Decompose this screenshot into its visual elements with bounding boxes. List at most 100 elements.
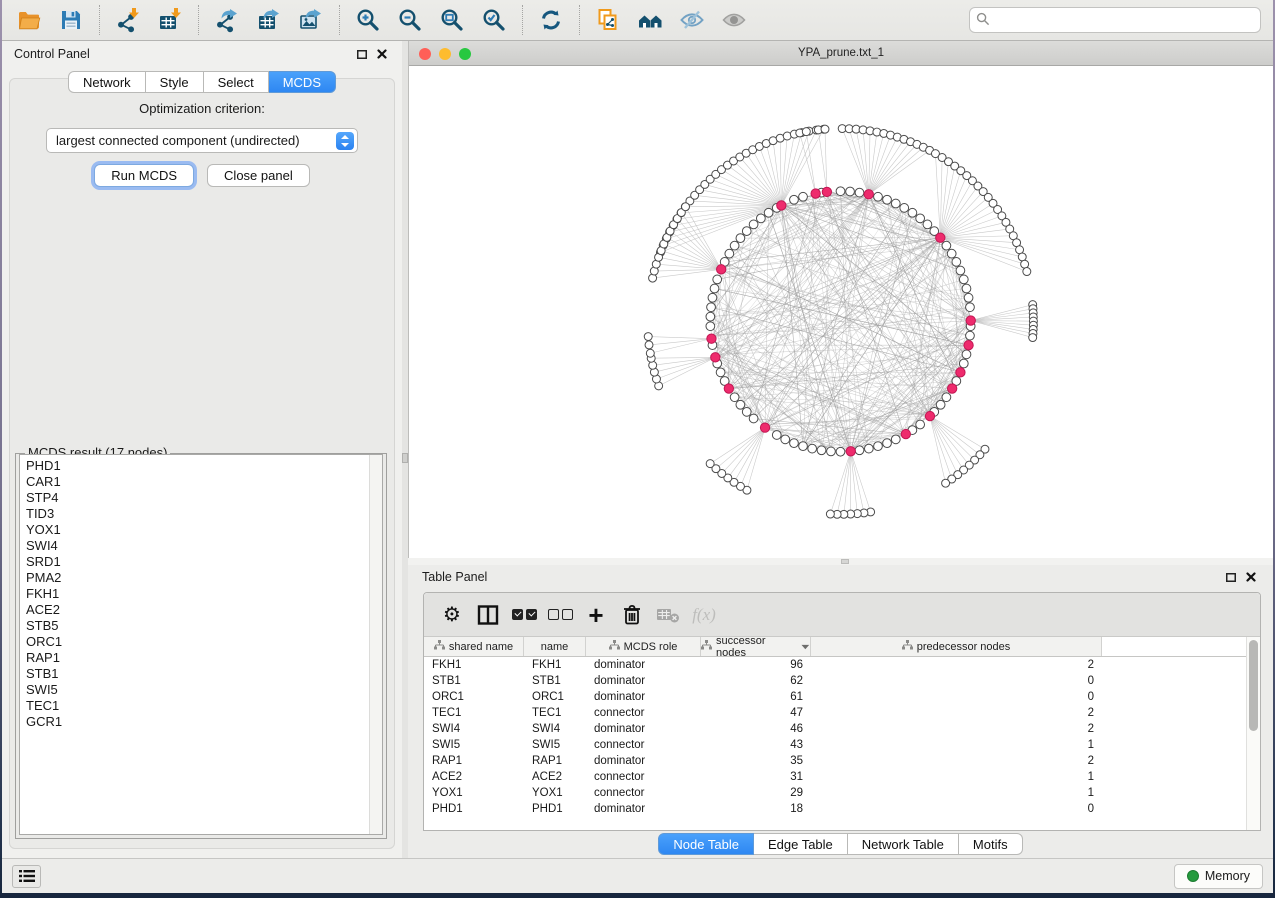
mcds-result-item[interactable]: ORC1 bbox=[26, 634, 369, 650]
cell-predecessor-nodes[interactable]: 2 bbox=[811, 657, 1102, 673]
cell-MCDS-role[interactable]: dominator bbox=[586, 657, 701, 673]
cell-name[interactable]: ACE2 bbox=[524, 769, 586, 785]
network-canvas[interactable] bbox=[409, 66, 1273, 558]
first-neighbors-icon[interactable] bbox=[629, 3, 671, 37]
memory-button[interactable]: Memory bbox=[1174, 864, 1263, 889]
cell-successor-nodes[interactable]: 61 bbox=[701, 689, 811, 705]
mcds-result-item[interactable]: STB5 bbox=[26, 618, 369, 634]
close-panel-icon[interactable] bbox=[374, 46, 390, 62]
cell-name[interactable]: RAP1 bbox=[524, 753, 586, 769]
table-row[interactable]: YOX1YOX1connector291 bbox=[424, 785, 1246, 801]
cell-shared-name[interactable]: ORC1 bbox=[424, 689, 524, 705]
mcds-result-item[interactable]: YOX1 bbox=[26, 522, 369, 538]
column-header-MCDS-role[interactable]: MCDS role bbox=[586, 637, 701, 656]
cell-shared-name[interactable]: SWI4 bbox=[424, 721, 524, 737]
add-column-icon[interactable]: + bbox=[578, 598, 614, 632]
tab-motifs[interactable]: Motifs bbox=[959, 833, 1023, 855]
cell-name[interactable]: STB1 bbox=[524, 673, 586, 689]
cell-shared-name[interactable]: TEC1 bbox=[424, 705, 524, 721]
mcds-result-item[interactable]: SWI4 bbox=[26, 538, 369, 554]
cell-predecessor-nodes[interactable]: 2 bbox=[811, 753, 1102, 769]
import-table-icon[interactable] bbox=[149, 3, 191, 37]
cell-shared-name[interactable]: ACE2 bbox=[424, 769, 524, 785]
cell-MCDS-role[interactable]: dominator bbox=[586, 753, 701, 769]
cell-successor-nodes[interactable]: 43 bbox=[701, 737, 811, 753]
cell-MCDS-role[interactable]: connector bbox=[586, 769, 701, 785]
mcds-result-item[interactable]: RAP1 bbox=[26, 650, 369, 666]
import-network-icon[interactable] bbox=[107, 3, 149, 37]
mcds-result-item[interactable]: SRD1 bbox=[26, 554, 369, 570]
close-panel-button[interactable]: Close panel bbox=[207, 164, 310, 187]
cell-shared-name[interactable]: YOX1 bbox=[424, 785, 524, 801]
mcds-result-item[interactable]: PMA2 bbox=[26, 570, 369, 586]
cell-MCDS-role[interactable]: connector bbox=[586, 737, 701, 753]
zoom-out-icon[interactable] bbox=[389, 3, 431, 37]
horizontal-splitter-grip[interactable] bbox=[841, 559, 849, 564]
maximize-window-icon[interactable] bbox=[459, 48, 471, 60]
table-row[interactable]: SWI4SWI4dominator462 bbox=[424, 721, 1246, 737]
open-file-icon[interactable] bbox=[8, 3, 50, 37]
cell-shared-name[interactable]: FKH1 bbox=[424, 657, 524, 673]
cell-MCDS-role[interactable]: dominator bbox=[586, 673, 701, 689]
delete-column-icon[interactable] bbox=[614, 598, 650, 632]
cell-MCDS-role[interactable]: dominator bbox=[586, 801, 701, 817]
table-row[interactable]: TEC1TEC1connector472 bbox=[424, 705, 1246, 721]
column-header-predecessor-nodes[interactable]: predecessor nodes bbox=[811, 637, 1102, 656]
horizontal-splitter[interactable] bbox=[408, 558, 1273, 565]
table-row[interactable]: ACE2ACE2connector311 bbox=[424, 769, 1246, 785]
result-list-scrollbar[interactable] bbox=[369, 455, 382, 834]
cell-successor-nodes[interactable]: 62 bbox=[701, 673, 811, 689]
cell-shared-name[interactable]: RAP1 bbox=[424, 753, 524, 769]
table-settings-icon[interactable]: ⚙ bbox=[434, 598, 470, 632]
cell-successor-nodes[interactable]: 29 bbox=[701, 785, 811, 801]
mcds-result-item[interactable]: TEC1 bbox=[26, 698, 369, 714]
zoom-selected-icon[interactable] bbox=[473, 3, 515, 37]
mcds-result-item[interactable]: ACE2 bbox=[26, 602, 369, 618]
table-row[interactable]: ORC1ORC1dominator610 bbox=[424, 689, 1246, 705]
export-image-icon[interactable] bbox=[290, 3, 332, 37]
column-header-name[interactable]: name bbox=[524, 637, 586, 656]
search-input[interactable] bbox=[994, 13, 1254, 27]
show-columns-icon[interactable] bbox=[470, 598, 506, 632]
select-all-icon[interactable] bbox=[506, 598, 542, 632]
cell-MCDS-role[interactable]: dominator bbox=[586, 689, 701, 705]
table-row[interactable]: STB1STB1dominator620 bbox=[424, 673, 1246, 689]
mcds-result-item[interactable]: CAR1 bbox=[26, 474, 369, 490]
mcds-result-item[interactable]: GCR1 bbox=[26, 714, 369, 730]
column-header-successor-nodes[interactable]: successor nodes bbox=[701, 637, 811, 656]
close-window-icon[interactable] bbox=[419, 48, 431, 60]
cell-successor-nodes[interactable]: 35 bbox=[701, 753, 811, 769]
float-panel-icon[interactable] bbox=[354, 46, 370, 62]
tab-style[interactable]: Style bbox=[146, 71, 204, 93]
cell-predecessor-nodes[interactable]: 0 bbox=[811, 801, 1102, 817]
tab-node-table[interactable]: Node Table bbox=[658, 833, 754, 855]
cell-name[interactable]: PHD1 bbox=[524, 801, 586, 817]
save-icon[interactable] bbox=[50, 3, 92, 37]
cell-successor-nodes[interactable]: 31 bbox=[701, 769, 811, 785]
cell-MCDS-role[interactable]: dominator bbox=[586, 721, 701, 737]
refresh-icon[interactable] bbox=[530, 3, 572, 37]
table-row[interactable]: RAP1RAP1dominator352 bbox=[424, 753, 1246, 769]
cell-MCDS-role[interactable]: connector bbox=[586, 705, 701, 721]
cell-predecessor-nodes[interactable]: 1 bbox=[811, 769, 1102, 785]
run-mcds-button[interactable]: Run MCDS bbox=[94, 164, 194, 187]
cell-shared-name[interactable]: STB1 bbox=[424, 673, 524, 689]
cell-predecessor-nodes[interactable]: 0 bbox=[811, 689, 1102, 705]
minimize-window-icon[interactable] bbox=[439, 48, 451, 60]
table-scrollbar[interactable] bbox=[1246, 637, 1260, 830]
cell-name[interactable]: SWI4 bbox=[524, 721, 586, 737]
cell-name[interactable]: SWI5 bbox=[524, 737, 586, 753]
cell-shared-name[interactable]: PHD1 bbox=[424, 801, 524, 817]
tab-network-table[interactable]: Network Table bbox=[848, 833, 959, 855]
cell-name[interactable]: YOX1 bbox=[524, 785, 586, 801]
export-table-icon[interactable] bbox=[248, 3, 290, 37]
network-window-titlebar[interactable]: YPA_prune.txt_1 bbox=[409, 41, 1273, 66]
cell-MCDS-role[interactable]: connector bbox=[586, 785, 701, 801]
cell-predecessor-nodes[interactable]: 1 bbox=[811, 737, 1102, 753]
mcds-result-item[interactable]: SWI5 bbox=[26, 682, 369, 698]
hide-selected-icon[interactable] bbox=[671, 3, 713, 37]
cell-shared-name[interactable]: SWI5 bbox=[424, 737, 524, 753]
mcds-result-item[interactable]: FKH1 bbox=[26, 586, 369, 602]
cell-successor-nodes[interactable]: 96 bbox=[701, 657, 811, 673]
mcds-result-item[interactable]: TID3 bbox=[26, 506, 369, 522]
